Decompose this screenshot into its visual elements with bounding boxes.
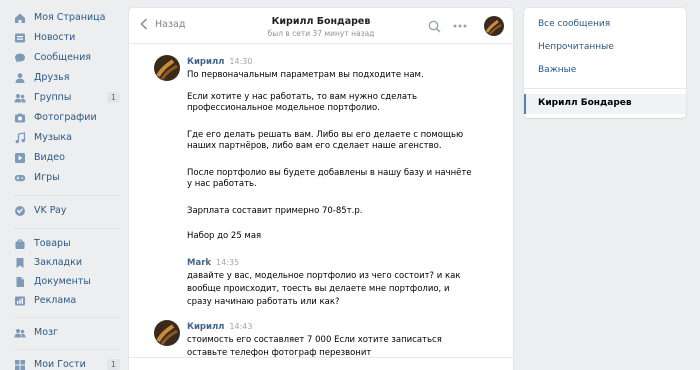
bookmarks-icon (14, 257, 26, 269)
message-text: Где его делать решать вам. Либо вы его д… (187, 130, 464, 140)
home-icon (14, 12, 26, 24)
nav-item-music[interactable]: Музыка (14, 128, 120, 147)
nav-item-friends[interactable]: Друзья (14, 68, 120, 87)
message-text: у нас работать. (187, 179, 257, 189)
filter-all-messages[interactable]: Все сообщения (538, 19, 610, 29)
messages-icon (14, 52, 26, 64)
message-text: Зарплата составит примерно 70-85т.р. (187, 206, 363, 216)
more-options-icon[interactable] (452, 18, 468, 34)
music-icon (14, 131, 26, 144)
guests-icon (14, 359, 26, 370)
message-text: вообще происходит, тоесть вы делаете мне… (187, 284, 450, 294)
message-text: Если хотите у нас работать, то вам нужно… (187, 92, 418, 102)
message-text: Набор до 25 мая (187, 231, 262, 241)
nav-item-games[interactable]: Игры (14, 168, 120, 187)
dialog-filter-panel: Все сообщения Непрочитанные Важные Кирил… (524, 8, 686, 118)
nav-item-ads[interactable]: Реклама (14, 291, 120, 310)
active-dialog-item[interactable]: Кирилл Бондарев (524, 94, 686, 114)
active-dialog-label: Кирилл Бондарев (538, 98, 632, 108)
nav-divider (14, 228, 120, 229)
video-icon (14, 152, 26, 164)
message-text: наших партнёров, либо вам его сделает на… (187, 141, 442, 151)
nav-item-messages[interactable]: Сообщения (14, 48, 120, 67)
message-time[interactable]: 14:30 (229, 57, 252, 66)
nav-item-vk-pay[interactable]: VK Pay (14, 201, 120, 220)
nav-item-goods[interactable]: Товары (14, 234, 120, 253)
ads-icon (14, 295, 26, 307)
community-icon (14, 327, 26, 339)
search-icon[interactable] (426, 18, 442, 34)
filter-unread[interactable]: Непрочитанные (538, 42, 614, 52)
author-avatar[interactable] (154, 55, 180, 81)
nav-item-my-page[interactable]: Моя Страница (14, 8, 120, 27)
peer-status: был в сети 37 минут назад (267, 29, 375, 38)
nav-item-community[interactable]: Мозг (14, 323, 120, 342)
news-icon (14, 32, 26, 44)
message-author[interactable]: Кирилл 14:43 (187, 322, 252, 332)
nav-item-news[interactable]: Новости (14, 28, 120, 47)
composer-divider (129, 357, 513, 358)
message-text: давайте у вас, модельное портфолио из че… (187, 271, 461, 281)
left-nav: Моя Страница Новости Сообщения Друзья Гр… (0, 0, 125, 370)
message-time[interactable]: 14:35 (216, 258, 239, 267)
nav-item-groups[interactable]: Группы 1 (14, 88, 120, 107)
back-button[interactable]: Назад (139, 18, 185, 30)
filter-divider (524, 88, 686, 89)
message-text: По первоначальным параметрам вы подходит… (187, 70, 424, 80)
nav-divider (14, 349, 120, 350)
chevron-left-icon (140, 18, 147, 30)
filter-important[interactable]: Важные (538, 65, 576, 75)
message-time[interactable]: 14:43 (229, 322, 252, 331)
nav-divider (14, 195, 120, 196)
nav-item-my-guests[interactable]: Мои Гости 1 (14, 355, 120, 370)
vkpay-icon (14, 205, 26, 217)
message-text: сразу начинаю работать или как? (187, 297, 340, 307)
peer-avatar[interactable] (484, 16, 504, 36)
groups-count-badge: 1 (106, 92, 120, 103)
peer-name[interactable]: Кирилл Бондарев (249, 16, 393, 27)
goods-icon (14, 238, 26, 250)
guests-count-badge: 1 (106, 359, 120, 370)
message-author[interactable]: Кирилл 14:30 (187, 57, 252, 67)
nav-item-video[interactable]: Видео (14, 148, 120, 167)
chat-header: Назад Кирилл Бондарев был в сети 37 мину… (129, 8, 513, 44)
back-label: Назад (155, 18, 186, 30)
documents-icon (14, 276, 26, 288)
message-text: стоимость его составляет 7 000 Если хоти… (187, 335, 442, 345)
message-author[interactable]: Mark 14:35 (187, 258, 239, 268)
groups-icon (14, 92, 26, 104)
author-avatar[interactable] (154, 320, 180, 346)
nav-item-documents[interactable]: Документы (14, 272, 120, 291)
nav-item-bookmarks[interactable]: Закладки (14, 253, 120, 272)
photos-icon (14, 112, 26, 124)
message-text: профессиональное модельное портфолио. (187, 103, 380, 113)
friends-icon (14, 72, 26, 84)
nav-divider (14, 317, 120, 318)
games-icon (14, 172, 26, 184)
nav-item-photos[interactable]: Фотографии (14, 108, 120, 127)
chat-panel: Назад Кирилл Бондарев был в сети 37 мину… (129, 8, 513, 370)
message-text: После портфолио вы будете добавлены в на… (187, 168, 472, 178)
